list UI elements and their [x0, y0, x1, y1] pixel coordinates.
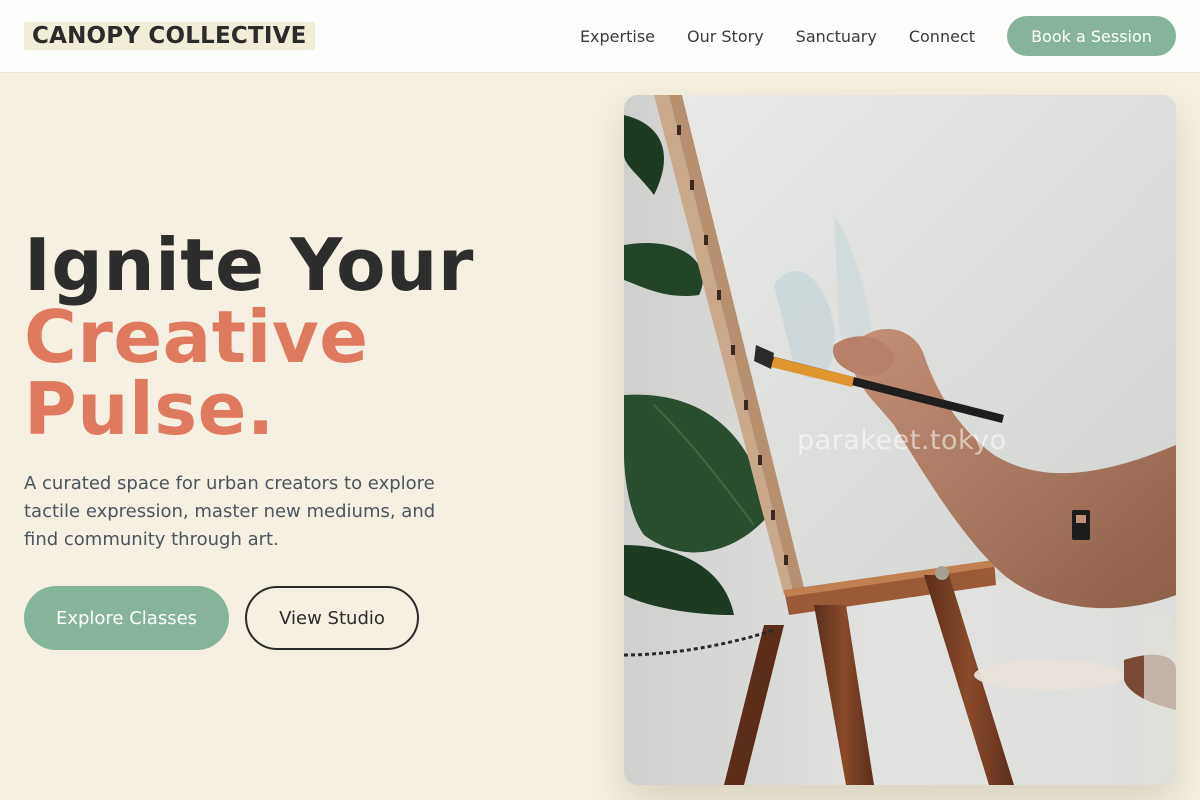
main-nav: Expertise Our Story Sanctuary Connect Bo…: [580, 16, 1176, 56]
hero-title-line-1: Ignite Your: [24, 223, 474, 307]
image-watermark: parakeet.tokyo: [797, 425, 1007, 456]
view-studio-button[interactable]: View Studio: [245, 586, 419, 650]
hero-image-painter-at-easel: parakeet.tokyo: [624, 95, 1176, 785]
nav-link-our-story[interactable]: Our Story: [687, 27, 764, 46]
site-header: CANOPY COLLECTIVE Expertise Our Story Sa…: [0, 0, 1200, 72]
hero-title: Ignite Your Creative Pulse.: [24, 229, 474, 445]
nav-link-connect[interactable]: Connect: [909, 27, 975, 46]
book-session-button[interactable]: Book a Session: [1007, 16, 1176, 56]
hero-subtitle: A curated space for urban creators to ex…: [24, 473, 436, 550]
hero-title-line-3: Pulse.: [24, 367, 275, 451]
hero-title-line-2: Creative: [24, 295, 369, 379]
nav-link-expertise[interactable]: Expertise: [580, 27, 655, 46]
brand-logo[interactable]: CANOPY COLLECTIVE: [24, 22, 315, 50]
nav-link-sanctuary[interactable]: Sanctuary: [796, 27, 877, 46]
explore-classes-button[interactable]: Explore Classes: [24, 586, 229, 650]
